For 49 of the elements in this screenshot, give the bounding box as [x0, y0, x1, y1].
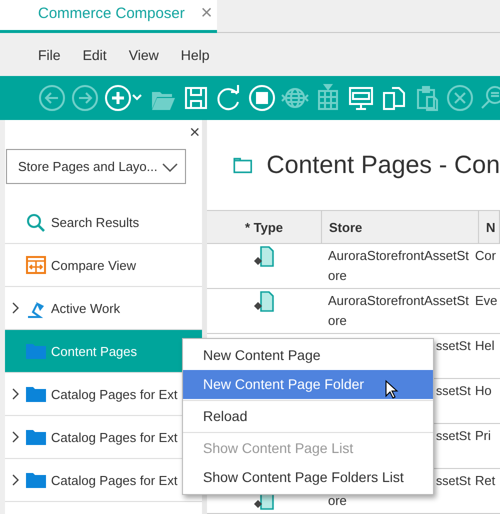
save-icon[interactable]	[182, 84, 210, 112]
chevron-right-icon[interactable]	[11, 388, 20, 400]
table-cell-text: ore	[328, 312, 348, 330]
table-cell-text: ssetSt	[436, 383, 471, 400]
sidebar-item[interactable]: Search Results	[5, 201, 202, 244]
sidebar-item[interactable]: Compare View	[5, 244, 202, 287]
folder-icon	[26, 342, 46, 360]
table-cell-text: ore	[328, 267, 348, 285]
table-cell-text: Cor	[475, 247, 497, 265]
menu-item[interactable]: Help	[180, 46, 210, 62]
table-cell-text: ssetSt	[436, 428, 471, 445]
menu-item[interactable]: View	[128, 46, 159, 62]
table-cell-text: ore	[328, 492, 348, 510]
copy-icon[interactable]	[380, 84, 408, 112]
view-dropdown[interactable]: Store Pages and Layo...	[6, 149, 186, 184]
chevron-right-icon[interactable]	[11, 302, 20, 314]
tab-title: Commerce Composer	[38, 4, 185, 22]
folder-icon	[26, 428, 46, 446]
monitor-icon[interactable]	[347, 84, 375, 112]
chevron-down-icon	[161, 160, 179, 172]
column-header[interactable]: Store	[322, 211, 479, 243]
chevron-right-icon[interactable]	[11, 474, 20, 486]
table-cell-text: ssetSt	[436, 473, 471, 490]
column-header[interactable]: * Type	[207, 211, 322, 243]
tab[interactable]: Commerce Composer ×	[0, 0, 217, 33]
close-icon[interactable]: ×	[189, 123, 200, 141]
table-cell-text: AuroraStorefrontAssetSt	[328, 247, 470, 265]
menu-item[interactable]: File	[38, 46, 61, 62]
stop-icon[interactable]	[248, 84, 276, 112]
chevron-right-icon[interactable]	[11, 431, 20, 443]
column-header[interactable]: N	[479, 211, 500, 243]
table-cell-text: Ho	[475, 382, 493, 400]
cursor-icon	[385, 380, 399, 400]
table-cell-text: Hel	[475, 337, 496, 355]
page-title: Content Pages - Con	[266, 150, 500, 180]
table-cell-text: Pri	[475, 427, 492, 445]
table-cell-text: ssetSt	[436, 338, 471, 355]
menu-item[interactable]: New Content Page Folder	[183, 370, 433, 399]
table-cell-text: Ret	[475, 472, 496, 490]
table-cell-text: AuroraStorefrontAssetSt	[328, 292, 470, 310]
folder-icon	[26, 384, 46, 404]
compare-icon	[26, 256, 46, 274]
menu-item[interactable]: Reload	[183, 402, 433, 431]
menu-item[interactable]: Edit	[82, 46, 107, 62]
close-icon[interactable]: ×	[200, 3, 212, 23]
table-cell-text: Eve	[475, 292, 498, 310]
folder-icon	[26, 470, 46, 490]
add-icon[interactable]	[104, 84, 144, 112]
search-icon	[26, 212, 46, 232]
